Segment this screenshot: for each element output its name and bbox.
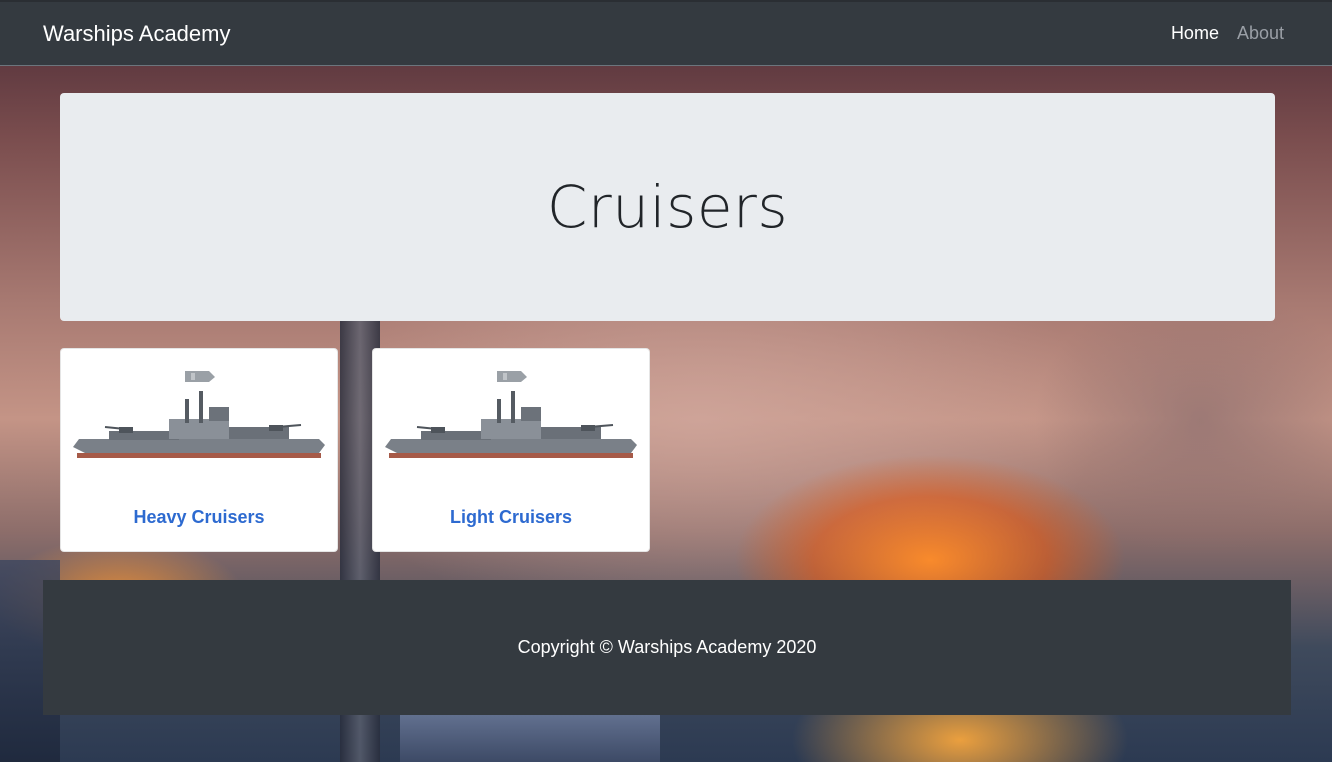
card-link-light-cruisers[interactable]: Light Cruisers [373,507,649,528]
nav-link-home[interactable]: Home [1171,23,1219,44]
footer: Copyright © Warships Academy 2020 [43,580,1291,715]
top-navbar: Warships Academy Home About [0,0,1332,66]
nav-links: Home About [1171,23,1284,44]
card-heavy-cruisers[interactable]: Heavy Cruisers [60,348,338,552]
jumbotron: Cruisers [60,93,1275,321]
card-light-cruisers[interactable]: Light Cruisers [372,348,650,552]
warship-image [73,371,325,458]
warship-image [385,371,637,458]
page-title: Cruisers [546,173,789,241]
brand-link[interactable]: Warships Academy [43,21,230,47]
footer-copyright: Copyright © Warships Academy 2020 [517,637,817,657]
nav-link-about[interactable]: About [1237,23,1284,44]
card-link-heavy-cruisers[interactable]: Heavy Cruisers [61,507,337,528]
